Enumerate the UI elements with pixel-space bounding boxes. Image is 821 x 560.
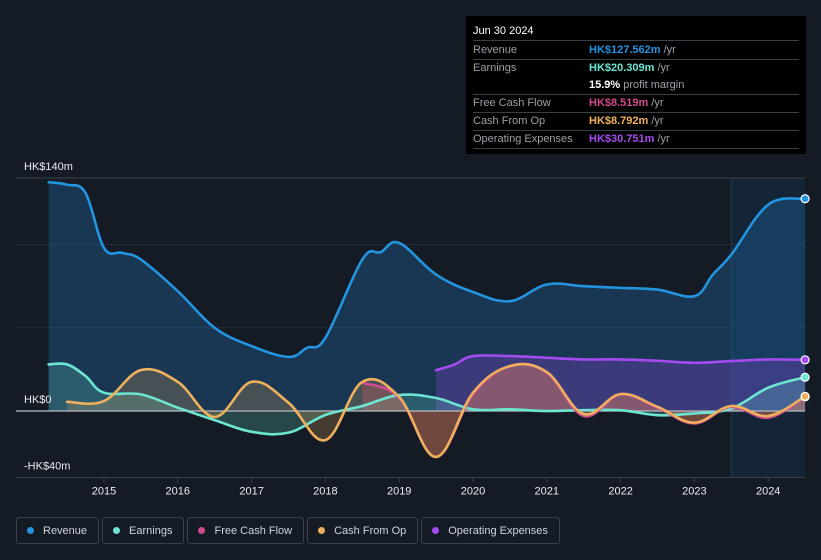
operating-expenses-endpoint (800, 355, 810, 365)
legend-dot-icon (27, 527, 34, 534)
tooltip-row-value: HK$8.519m (589, 97, 649, 109)
legend: Revenue Earnings Free Cash Flow Cash From O… (16, 517, 560, 544)
tooltip-row-label: Free Cash Flow (473, 97, 551, 109)
tooltip-row: Cash From Op HK$8.792m/yr (473, 113, 799, 131)
tooltip-date: Jun 30 2024 (473, 24, 799, 41)
tooltip-row: 15.9% profit margin (473, 77, 799, 95)
x-tick-label: 2016 (166, 486, 190, 498)
legend-item-operating-expenses[interactable]: Operating Expenses (421, 517, 560, 544)
x-tick-label: 2017 (239, 486, 263, 498)
earnings-endpoint (800, 372, 810, 382)
tooltip-row-label: Revenue (473, 44, 518, 56)
x-tick-label: 2023 (682, 486, 706, 498)
tooltip-row-value: 15.9% (589, 79, 621, 91)
tooltip-row-unit: /yr (651, 115, 664, 127)
legend-item-cash-from-op[interactable]: Cash From Op (307, 517, 419, 544)
legend-label: Earnings (129, 524, 173, 537)
legend-label: Operating Expenses (448, 524, 548, 537)
tooltip-row-label: Earnings (473, 62, 517, 74)
tooltip-row-label: Operating Expenses (473, 133, 573, 145)
tooltip-row-label: Cash From Op (473, 115, 546, 127)
tooltip-row-value: HK$20.309m (589, 62, 655, 74)
legend-item-earnings[interactable]: Earnings (102, 517, 185, 544)
legend-dot-icon (198, 527, 206, 534)
x-tick-label: 2018 (313, 486, 337, 498)
y-tick-label: -HK$40m (24, 461, 70, 473)
legend-item-revenue[interactable]: Revenue (16, 517, 100, 544)
tooltip-row-value: HK$8.792m (589, 115, 649, 127)
legend-item-free-cash-flow[interactable]: Free Cash Flow (187, 517, 305, 544)
x-tick-label: 2021 (535, 486, 559, 498)
legend-dot-icon (432, 527, 440, 534)
legend-dot-icon (113, 527, 121, 534)
revenue-endpoint (800, 194, 810, 204)
x-tick-label: 2019 (387, 486, 411, 498)
y-tick-label: HK$140m (24, 161, 73, 173)
x-tick-label: 2022 (608, 486, 632, 498)
legend-label: Free Cash Flow (214, 524, 293, 537)
tooltip-row-unit: /yr (651, 97, 664, 109)
legend-label: Revenue (43, 524, 88, 537)
tooltip-row-unit: /yr (657, 62, 670, 74)
y-tick-label: HK$0 (24, 394, 52, 406)
tooltip-row-unit: profit margin (623, 79, 685, 91)
legend-label: Cash From Op (334, 524, 407, 537)
tooltip-row-unit: /yr (663, 44, 676, 56)
legend-dot-icon (318, 527, 326, 534)
tooltip-row: Earnings HK$20.309m/yr (473, 60, 799, 77)
tooltip-row: Revenue HK$127.562m/yr (473, 42, 799, 60)
tooltip-row-value: HK$127.562m (589, 44, 661, 56)
x-tick-label: 2020 (461, 486, 485, 498)
tooltip-row: Operating Expenses HK$30.751m/yr (473, 131, 799, 149)
tooltip-row-unit: /yr (657, 133, 670, 145)
cash-from-op-endpoint (800, 391, 810, 401)
x-tick-label: 2015 (92, 486, 116, 498)
tooltip-row-label (473, 77, 589, 94)
tooltip-row: Free Cash Flow HK$8.519m/yr (473, 95, 799, 113)
tooltip-row-value: HK$30.751m (589, 133, 655, 145)
tooltip: Jun 30 2024 Revenue HK$127.562m/yr Earning… (466, 16, 806, 154)
x-tick-label: 2024 (756, 486, 780, 498)
